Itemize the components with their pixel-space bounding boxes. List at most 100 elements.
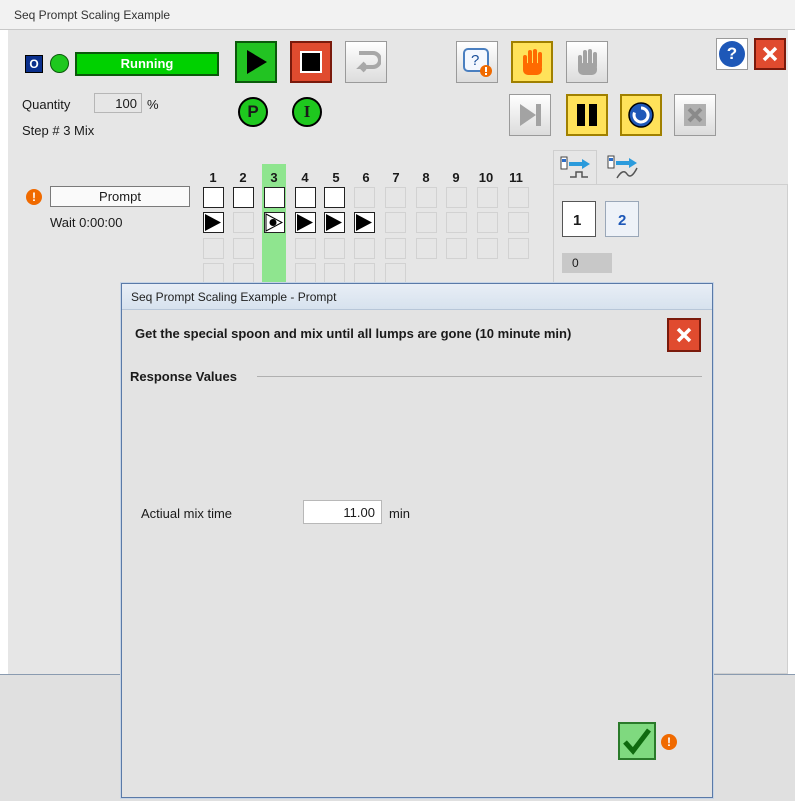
window-title: Seq Prompt Scaling Example [0, 0, 795, 30]
sequence-tab-icon [560, 156, 590, 178]
transition-arrow-icon [356, 214, 372, 231]
step-cell-empty [446, 187, 467, 208]
mix-time-input[interactable]: 11.00 [303, 500, 382, 524]
page-2-label: 2 [618, 212, 627, 229]
active-step-icon [265, 213, 284, 232]
field-unit: min [389, 506, 410, 521]
step-cell-empty [233, 238, 254, 259]
step-transition-cell[interactable] [203, 212, 224, 233]
step-cell-empty [354, 238, 375, 259]
step-column-11: 11 [509, 170, 523, 185]
mix-time-value: 11.00 [343, 505, 375, 520]
step-column-4: 4 [301, 170, 309, 185]
step-transition-cell[interactable] [295, 212, 316, 233]
resume-icon [628, 102, 654, 128]
prompt-dialog: Seq Prompt Scaling Example - Prompt Get … [121, 283, 713, 798]
step-cell[interactable] [324, 187, 345, 208]
dialog-close-button[interactable] [667, 318, 701, 352]
pause-button[interactable] [566, 94, 608, 136]
step-cell-empty [295, 263, 316, 284]
step-cell[interactable] [295, 187, 316, 208]
quantity-field[interactable]: 100 [94, 93, 142, 113]
step-cell-empty [477, 238, 498, 259]
step-cell-empty [385, 238, 406, 259]
dialog-title: Seq Prompt Scaling Example - Prompt [122, 284, 712, 310]
p-indicator-label: P [247, 102, 259, 121]
tab-trend[interactable] [600, 150, 644, 184]
close-icon [676, 327, 692, 343]
step-label: Step # 3 Mix [22, 123, 95, 138]
confirm-button[interactable] [618, 722, 656, 760]
step-cell-empty [354, 263, 375, 284]
resume-button[interactable] [620, 94, 662, 136]
step-cell-empty [416, 212, 437, 233]
step-cell-empty [508, 238, 529, 259]
step-cell-empty [324, 238, 345, 259]
stop-button[interactable] [290, 41, 332, 83]
step-cell-empty [416, 238, 437, 259]
step-cell-empty [203, 263, 224, 284]
step-cell[interactable] [203, 187, 224, 208]
help-button[interactable]: ? [716, 38, 748, 70]
step-cell[interactable] [233, 187, 254, 208]
section-heading: Response Values [130, 369, 237, 384]
step-column-7: 7 [392, 170, 400, 185]
quantity-label: Quantity [22, 97, 71, 112]
step-cell-empty [203, 238, 224, 259]
step-transition-cell[interactable] [354, 212, 375, 233]
step-cell-empty [233, 212, 254, 233]
p-indicator: P [238, 97, 268, 127]
step-cell-empty [385, 212, 406, 233]
reset-button[interactable] [345, 41, 387, 83]
prompt-warning-icon: ! [26, 189, 42, 205]
mode-letter: O [29, 57, 39, 71]
status-text: Running [120, 56, 174, 71]
step-counter-value: 0 [572, 256, 579, 270]
reset-icon [356, 51, 381, 73]
pause-icon [577, 104, 597, 126]
page-1-button[interactable]: 1 [562, 201, 596, 237]
step-cell-empty [295, 238, 316, 259]
tab-sequence[interactable] [553, 150, 597, 184]
prompt-button[interactable]: Prompt [50, 186, 190, 207]
step-column-3: 3 [270, 170, 278, 185]
step-cell-empty [385, 187, 406, 208]
stop-icon [300, 51, 322, 73]
running-led-icon [50, 54, 69, 73]
i-indicator-label: I [303, 102, 311, 121]
step-forward-icon [520, 104, 541, 126]
wait-time: Wait 0:00:00 [50, 215, 123, 230]
release-hand-button[interactable] [566, 41, 608, 83]
step-columns-header: 1 2 3 4 5 6 7 8 9 10 11 [201, 170, 531, 188]
step-column-10: 10 [478, 170, 494, 185]
close-icon [762, 46, 778, 62]
status-bar: Running [75, 52, 219, 76]
quantity-value: 100 [115, 96, 137, 111]
abort-icon [684, 104, 706, 126]
page-1-label: 1 [573, 212, 582, 229]
step-cell-empty [508, 187, 529, 208]
step-column-5: 5 [332, 170, 340, 185]
svg-text:?: ? [471, 52, 479, 69]
step-cell-empty [477, 212, 498, 233]
step-transition-cell[interactable] [324, 212, 345, 233]
step-counter-bar: 0 [562, 253, 612, 273]
prompt-help-button[interactable]: ? [456, 41, 498, 83]
page-2-button[interactable]: 2 [605, 201, 639, 237]
transition-arrow-icon [297, 214, 313, 231]
section-divider [257, 376, 702, 377]
step-cell-empty [508, 212, 529, 233]
step-forward-button[interactable] [509, 94, 551, 136]
abort-button[interactable] [674, 94, 716, 136]
start-button[interactable] [235, 41, 277, 83]
step-column-2: 2 [239, 170, 247, 185]
step-cell[interactable] [264, 187, 285, 208]
step-active-cell[interactable] [264, 212, 285, 233]
acquire-hand-button[interactable] [511, 41, 553, 83]
step-cell-empty [354, 187, 375, 208]
step-cell-empty [233, 263, 254, 284]
step-column-6: 6 [362, 170, 370, 185]
close-button[interactable] [754, 38, 786, 70]
step-cell-empty [477, 187, 498, 208]
confirm-warning-icon: ! [661, 734, 677, 750]
